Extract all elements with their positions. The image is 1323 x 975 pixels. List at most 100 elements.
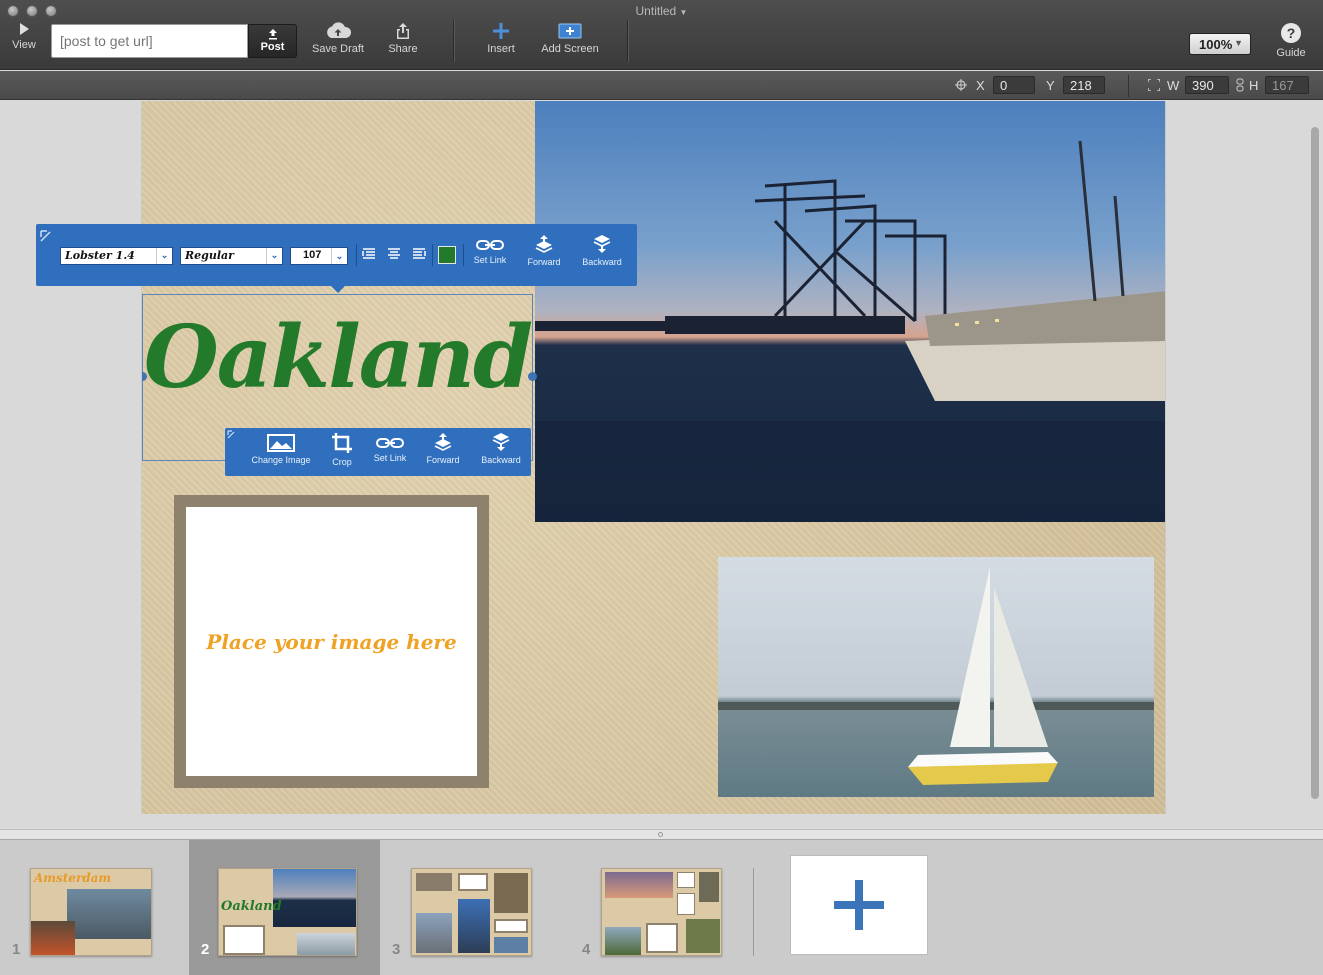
- align-right-icon[interactable]: [412, 248, 426, 260]
- crop-label: Crop: [332, 457, 352, 467]
- change-image-label: Change Image: [251, 455, 311, 465]
- harbor-photo[interactable]: [535, 101, 1165, 522]
- resize-handle-right[interactable]: [528, 372, 537, 381]
- backward-label: Backward: [582, 257, 622, 267]
- text-color-swatch[interactable]: [438, 246, 456, 264]
- toolbar-pointer: [330, 285, 346, 293]
- backward-button[interactable]: Backward: [580, 234, 624, 267]
- font-style-value: Regular: [185, 249, 234, 262]
- slide-thumbnail-1[interactable]: Amsterdam 1: [0, 840, 189, 975]
- image-placeholder-frame[interactable]: Place your image here: [174, 495, 489, 788]
- y-label: Y: [1046, 78, 1055, 93]
- layers-backward-icon: [492, 433, 510, 451]
- collapse-arrow-icon[interactable]: [40, 230, 52, 242]
- link-proportions-icon: [1236, 78, 1244, 92]
- plus-icon: [834, 880, 884, 930]
- main-toolbar: Untitled ▼ View Post Save Draft Share In…: [0, 0, 1323, 70]
- harbor-scene-image: [535, 140, 1165, 522]
- image-forward-button[interactable]: Forward: [423, 432, 463, 465]
- chevron-down-icon: ▼: [1234, 38, 1243, 48]
- add-screen-button[interactable]: Add Screen: [538, 22, 602, 55]
- page-title[interactable]: Oakland: [143, 307, 533, 408]
- font-size-select[interactable]: 107 ⌄: [290, 247, 348, 265]
- w-field[interactable]: 390: [1185, 76, 1229, 94]
- sailboat-scene-image: [718, 567, 1154, 785]
- image-backward-button[interactable]: Backward: [479, 432, 523, 465]
- plus-icon: [493, 23, 509, 39]
- save-draft-label: Save Draft: [312, 43, 364, 55]
- guide-button[interactable]: ? Guide: [1272, 22, 1310, 59]
- add-screen-label: Add Screen: [541, 43, 599, 55]
- slide-number: 1: [12, 941, 21, 958]
- set-link-button[interactable]: Set Link: [470, 238, 510, 265]
- font-family-select[interactable]: Lobster 1.4 ⌄: [60, 247, 173, 265]
- grip-icon: [658, 832, 663, 837]
- slide-preview: [411, 868, 532, 956]
- image-set-link-button[interactable]: Set Link: [370, 436, 410, 463]
- save-draft-button[interactable]: Save Draft: [309, 22, 367, 55]
- h-field[interactable]: 167: [1265, 76, 1309, 94]
- slide-number: 2: [201, 941, 210, 958]
- image-forward-label: Forward: [426, 455, 460, 465]
- slide-thumbnail-3[interactable]: 3: [380, 840, 570, 975]
- image-icon: [267, 434, 295, 452]
- set-link-label: Set Link: [473, 255, 507, 265]
- chevron-down-icon: ⌄: [331, 248, 347, 264]
- filmstrip-resize-handle[interactable]: [0, 829, 1323, 840]
- slide-number: 4: [582, 941, 591, 958]
- help-icon: ?: [1281, 23, 1301, 43]
- sailboat-photo[interactable]: [718, 557, 1154, 797]
- slide-number: 3: [392, 941, 401, 958]
- align-left-icon[interactable]: [362, 248, 376, 260]
- x-field[interactable]: 0: [993, 76, 1035, 94]
- url-input[interactable]: [51, 24, 248, 58]
- window-title: Untitled ▼: [635, 4, 688, 18]
- link-icon: [376, 438, 404, 448]
- image-placeholder[interactable]: Place your image here: [186, 507, 477, 776]
- post-label: Post: [260, 41, 285, 53]
- add-slide-button[interactable]: [790, 855, 928, 955]
- layers-backward-icon: [593, 235, 611, 253]
- resize-icon: [1148, 79, 1160, 91]
- change-image-button[interactable]: Change Image: [249, 434, 313, 465]
- add-screen-icon: [558, 23, 582, 39]
- toolbar-separator: [627, 20, 628, 62]
- view-label: View: [12, 39, 36, 51]
- share-button[interactable]: Share: [382, 22, 424, 55]
- h-label: H: [1249, 78, 1259, 93]
- filmstrip-separator: [753, 868, 754, 956]
- view-button[interactable]: View: [8, 22, 40, 51]
- share-label: Share: [388, 43, 418, 55]
- zoom-select[interactable]: 100% ▼: [1189, 33, 1251, 55]
- insert-label: Insert: [487, 43, 515, 55]
- insert-button[interactable]: Insert: [483, 22, 519, 55]
- forward-button[interactable]: Forward: [524, 234, 564, 267]
- upload-icon: [268, 29, 277, 40]
- play-icon: [20, 23, 29, 35]
- collapse-arrow-icon[interactable]: [227, 430, 236, 439]
- share-icon: [397, 23, 409, 39]
- zoom-value: 100%: [1199, 37, 1233, 52]
- align-center-icon[interactable]: [387, 248, 401, 260]
- image-backward-label: Backward: [481, 455, 521, 465]
- placeholder-text: Place your image here: [206, 629, 457, 654]
- font-family-value: Lobster 1.4: [65, 249, 135, 262]
- text-format-toolbar: Lobster 1.4 ⌄ Regular ⌄ 107 ⌄ Set Link F…: [36, 224, 637, 293]
- slide-filmstrip: Amsterdam 1 Oakland 2 3 4: [0, 840, 1323, 975]
- vertical-scrollbar[interactable]: [1311, 127, 1319, 799]
- slide-thumbnail-4[interactable]: 4: [570, 840, 753, 975]
- slide-preview: Amsterdam: [30, 868, 152, 956]
- font-size-value: 107: [303, 249, 322, 261]
- image-set-link-label: Set Link: [373, 453, 407, 463]
- y-field[interactable]: 218: [1063, 76, 1105, 94]
- slide-preview: [601, 868, 722, 956]
- chevron-down-icon: ⌄: [266, 248, 282, 264]
- layers-forward-icon: [535, 235, 553, 253]
- slide-title-text: Oakland: [221, 899, 282, 914]
- font-style-select[interactable]: Regular ⌄: [180, 247, 283, 265]
- toolbar-separator: [453, 20, 454, 62]
- crop-button[interactable]: Crop: [328, 432, 356, 467]
- slide-thumbnail-2[interactable]: Oakland 2: [189, 840, 380, 975]
- svg-text:?: ?: [1287, 25, 1296, 41]
- post-button[interactable]: Post: [248, 24, 297, 58]
